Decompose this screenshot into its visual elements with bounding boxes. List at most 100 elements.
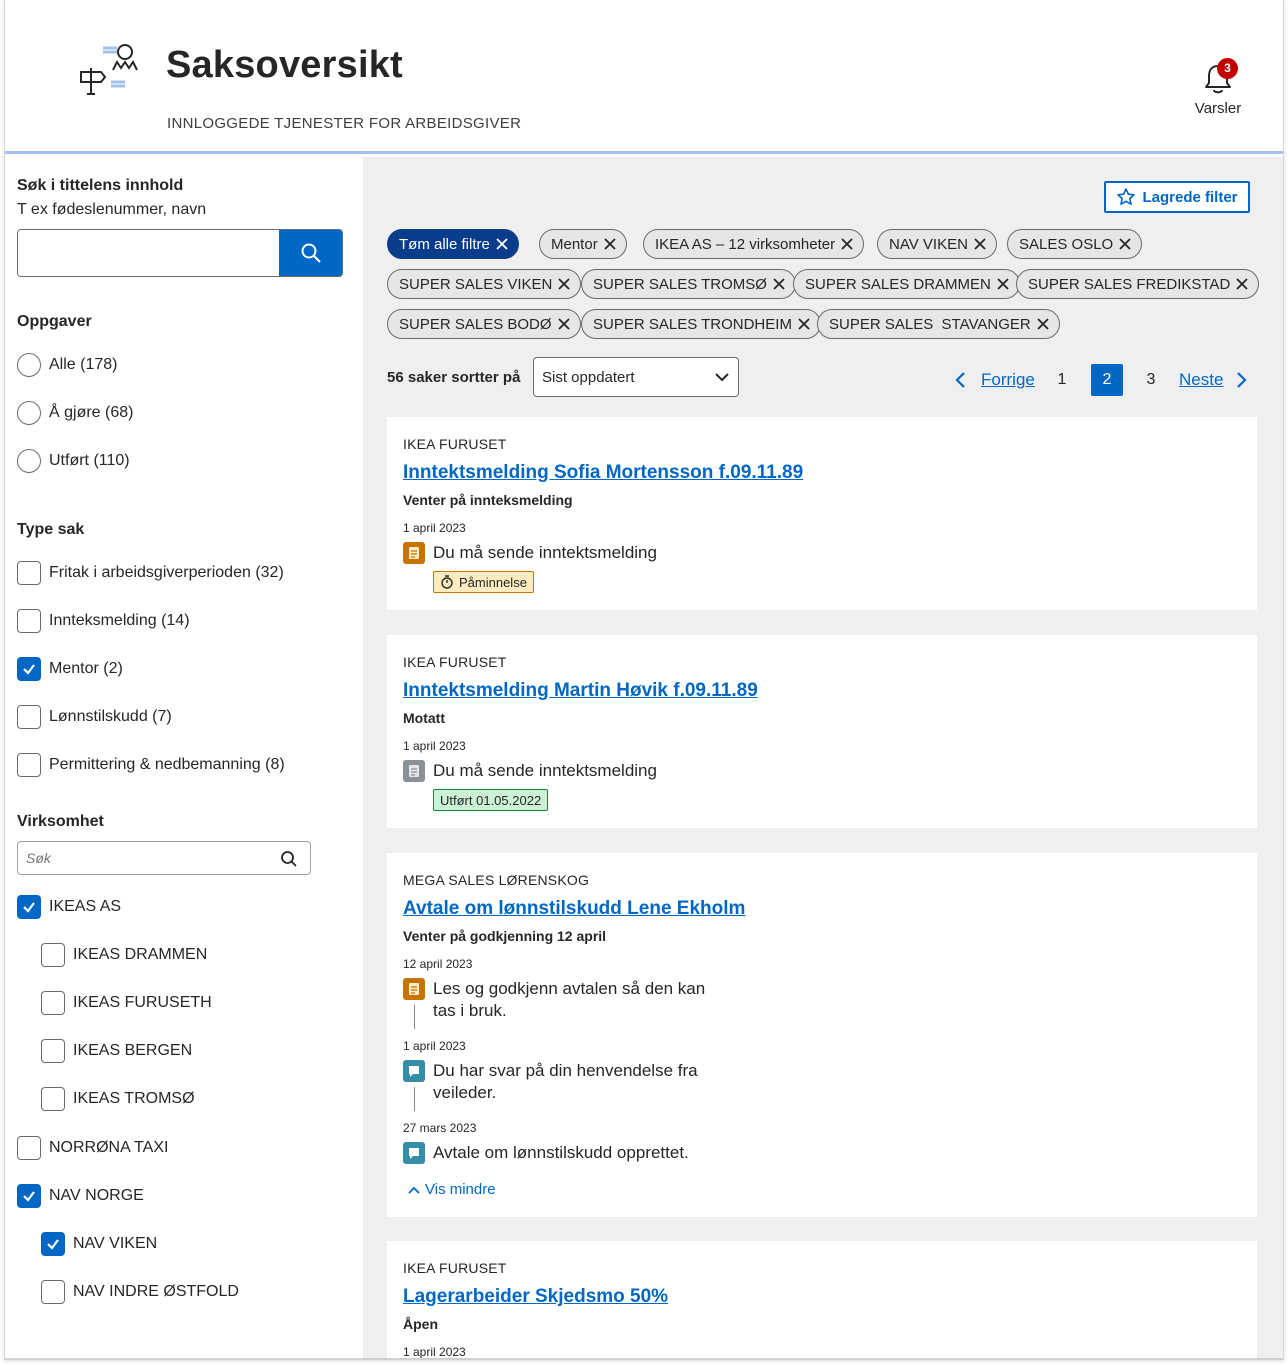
filter-chip-super-sales-fredikstad[interactable]: SUPER SALES FREDIKSTAD [1016, 269, 1260, 299]
checkbox-ikeas-tromso[interactable]: IKEAS TROMSØ [41, 1086, 195, 1112]
type-sak-heading: Type sak [17, 521, 85, 538]
task-row[interactable]: Du må sende inntektsmelding [403, 760, 657, 782]
filter-chip-mentor[interactable]: Mentor [539, 229, 627, 259]
case-title-link[interactable]: Lagerarbeider Skjedsmo 50% [403, 1286, 668, 1308]
sort-select[interactable]: Sist oppdatert [533, 357, 739, 397]
page-subtitle: INNLOGGEDE TJENESTER FOR ARBEIDSGIVER [167, 115, 522, 132]
checkbox-checked[interactable] [17, 895, 41, 919]
chip-label: Tøm alle filtre [399, 235, 490, 253]
checkbox-label: Mentor (2) [49, 660, 123, 677]
radio-label: Alle (178) [49, 356, 118, 373]
checkbox-checked[interactable] [17, 1184, 41, 1208]
saksoversikt-logo-icon [80, 44, 138, 95]
task-row[interactable]: Du må sende inntektsmelding [403, 542, 657, 564]
message-text-line: veileder. [433, 1083, 497, 1102]
event-date: 1 april 2023 [403, 739, 466, 753]
checkbox-nav-norge[interactable]: NAV NORGE [17, 1183, 144, 1209]
chevron-right-icon[interactable] [1233, 371, 1249, 389]
checkbox[interactable] [17, 609, 41, 633]
filter-chip-super-sales-trondheim[interactable]: SUPER SALES TRONDHEIM [581, 309, 821, 339]
chevron-left-icon[interactable] [953, 371, 969, 389]
virksomhet-search-input[interactable] [18, 842, 268, 874]
checkbox[interactable] [41, 1280, 65, 1304]
message-row[interactable]: Avtale om lønnstilskudd opprettet. [403, 1142, 689, 1164]
checkbox[interactable] [41, 991, 65, 1015]
checkbox-nav-viken[interactable]: NAV VIKEN [41, 1231, 157, 1257]
filter-chip-super-sales-bodo[interactable]: SUPER SALES BODØ [387, 309, 581, 339]
main-content: Lagrede filter Tøm alle filtre Mentor IK… [363, 157, 1283, 1358]
checkbox-label: Innteksmelding (14) [49, 612, 190, 629]
case-card: MEGA SALES LØRENSKOG Avtale om lønnstils… [387, 853, 1257, 1217]
checkbox-fritak[interactable]: Fritak i arbeidsgiverperioden (32) [17, 560, 284, 586]
message-icon [403, 1142, 425, 1164]
checkbox-innteksmelding[interactable]: Innteksmelding (14) [17, 608, 190, 634]
task-icon [403, 760, 425, 782]
filter-chip-super-sales-drammen[interactable]: SUPER SALES DRAMMEN [793, 269, 1020, 299]
checkbox-norrona-taxi[interactable]: NORRØNA TAXI [17, 1135, 168, 1161]
checkbox-checked[interactable] [17, 657, 41, 681]
message-text: Du har svar på din henvendelse fra veiled… [433, 1060, 698, 1104]
checkbox[interactable] [41, 943, 65, 967]
radio-circle[interactable] [17, 401, 41, 425]
radio-alle[interactable]: Alle (178) [17, 352, 117, 378]
checkbox[interactable] [17, 561, 41, 585]
task-text-line: Les og godkjenn avtalen så den kan [433, 979, 706, 998]
saved-filter-button[interactable]: Lagrede filter [1104, 181, 1250, 213]
close-icon [798, 318, 810, 330]
pager-page-2-current[interactable]: 2 [1091, 364, 1123, 396]
checkbox-permittering[interactable]: Permittering & nedbemanning (8) [17, 752, 285, 778]
checkbox-ikeas-drammen[interactable]: IKEAS DRAMMEN [41, 942, 207, 968]
filter-chip-nav-viken[interactable]: NAV VIKEN [877, 229, 997, 259]
checkbox[interactable] [17, 705, 41, 729]
case-organization: IKEA FURUSET [403, 654, 507, 670]
show-less-toggle[interactable]: Vis mindre [407, 1181, 496, 1198]
checkbox[interactable] [41, 1039, 65, 1063]
title-search-input[interactable] [18, 230, 280, 276]
pager-next-link[interactable]: Neste [1179, 370, 1223, 390]
case-card: IKEA FURUSET Inntektsmelding Sofia Morte… [387, 417, 1257, 610]
filter-chip-ikea[interactable]: IKEA AS – 12 virksomheter [643, 229, 865, 259]
case-title-link[interactable]: Inntektsmelding Sofia Mortensson f.09.11… [403, 462, 803, 484]
chip-label: SALES OSLO [1019, 235, 1114, 253]
message-row[interactable]: Du har svar på din henvendelse fra veiled… [403, 1060, 698, 1104]
filter-chip-sales-oslo[interactable]: SALES OSLO [1007, 229, 1143, 259]
case-title-link[interactable]: Avtale om lønnstilskudd Lene Ekholm [403, 898, 745, 920]
pager-page-3[interactable]: 3 [1135, 364, 1167, 396]
case-organization: MEGA SALES LØRENSKOG [403, 872, 590, 888]
notifications-button[interactable]: 3 Varsler [1185, 56, 1251, 122]
checkbox-ikeas-furuseth[interactable]: IKEAS FURUSETH [41, 990, 212, 1016]
checkmark-icon [47, 1239, 59, 1250]
app-window: Saksoversikt INNLOGGEDE TJENESTER FOR AR… [4, 0, 1284, 1360]
checkbox[interactable] [17, 1136, 41, 1160]
case-title-link[interactable]: Inntektsmelding Martin Høvik f.09.11.89 [403, 680, 758, 702]
checkbox-checked[interactable] [41, 1232, 65, 1256]
checkbox-nav-indre-ostfold[interactable]: NAV INDRE ØSTFOLD [41, 1279, 239, 1305]
search-button[interactable] [279, 230, 342, 276]
filter-chip-super-sales-viken[interactable]: SUPER SALES VIKEN [387, 269, 582, 299]
checkbox-ikeas-as[interactable]: IKEAS AS [17, 894, 121, 920]
search-hint: T ex fødeslenummer, navn [17, 201, 207, 218]
checkbox-ikeas-bergen[interactable]: IKEAS BERGEN [41, 1038, 192, 1064]
checkbox[interactable] [41, 1087, 65, 1111]
reminder-tag: Påminnelse [433, 571, 534, 593]
pager-page-1[interactable]: 1 [1046, 364, 1078, 396]
checkbox[interactable] [17, 753, 41, 777]
radio-circle[interactable] [17, 449, 41, 473]
clear-filters-chip[interactable]: Tøm alle filtre [387, 229, 519, 259]
checkmark-icon [23, 664, 35, 675]
message-icon [403, 1060, 425, 1082]
pager-previous-link[interactable]: Forrige [981, 370, 1035, 390]
chip-label: SUPER SALES FREDIKSTAD [1028, 275, 1231, 293]
chevron-up-icon [408, 1186, 420, 1194]
radio-circle[interactable] [17, 353, 41, 377]
radio-label: Å gjøre (68) [49, 404, 134, 421]
filter-chip-super-sales-tromso[interactable]: SUPER SALES TROMSØ [581, 269, 796, 299]
task-row[interactable]: Les og godkjenn avtalen så den kan tas i … [403, 978, 705, 1022]
checkbox-mentor[interactable]: Mentor (2) [17, 656, 123, 682]
search-label: Søk i tittelens innhold [17, 177, 184, 194]
title-search-field [17, 229, 343, 277]
checkbox-lonnstilskudd[interactable]: Lønnstilskudd (7) [17, 704, 172, 730]
radio-a-gjore[interactable]: Å gjøre (68) [17, 400, 133, 426]
radio-utfort[interactable]: Utført (110) [17, 448, 130, 474]
filter-chip-super-sales-stavanger[interactable]: SUPER SALES STAVANGER [817, 309, 1060, 339]
